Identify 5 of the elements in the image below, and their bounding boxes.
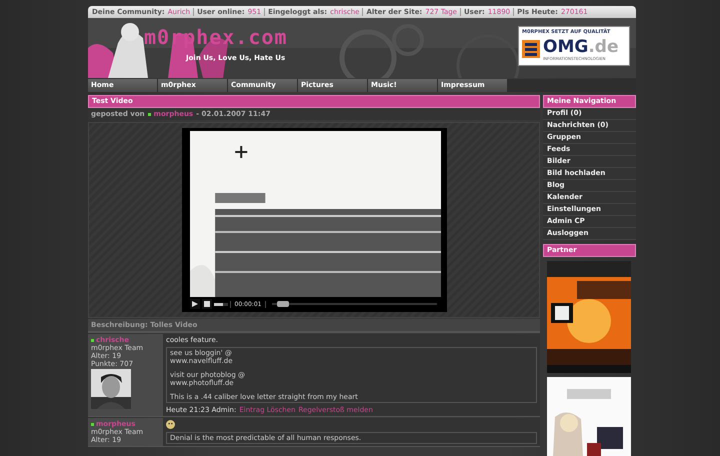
- volume-slider[interactable]: [214, 302, 228, 306]
- play-button[interactable]: [190, 299, 200, 309]
- stop-button[interactable]: [202, 299, 212, 309]
- ad-brand: OMG.de: [543, 38, 618, 56]
- logo-icon: [522, 37, 540, 61]
